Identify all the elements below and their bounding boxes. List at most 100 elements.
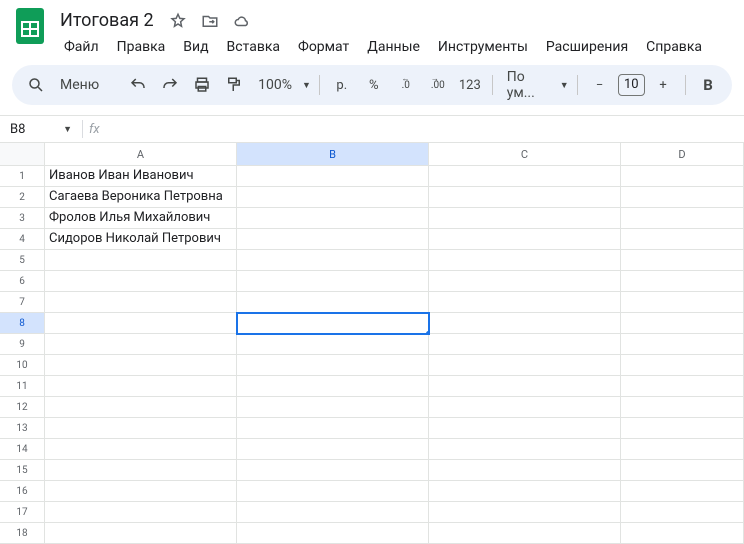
row-header[interactable]: 15 bbox=[0, 460, 45, 481]
cell[interactable] bbox=[237, 460, 429, 481]
menu-edit[interactable]: Правка bbox=[109, 35, 174, 59]
cell[interactable]: Сидоров Николай Петрович bbox=[45, 229, 237, 250]
row-header[interactable]: 1 bbox=[0, 166, 45, 187]
row-header[interactable]: 6 bbox=[0, 271, 45, 292]
cell[interactable] bbox=[429, 229, 621, 250]
cell[interactable] bbox=[237, 334, 429, 355]
search-icon[interactable] bbox=[22, 71, 50, 99]
row-header[interactable]: 8 bbox=[0, 313, 45, 334]
cell[interactable] bbox=[621, 502, 744, 523]
search-menu-label[interactable]: Меню bbox=[54, 77, 105, 93]
cell[interactable] bbox=[429, 418, 621, 439]
cell[interactable] bbox=[429, 502, 621, 523]
cell[interactable] bbox=[45, 397, 237, 418]
cell[interactable] bbox=[621, 187, 744, 208]
row-header[interactable]: 16 bbox=[0, 481, 45, 502]
cell[interactable] bbox=[621, 481, 744, 502]
font-size-increase[interactable]: + bbox=[649, 71, 677, 99]
cell[interactable] bbox=[429, 292, 621, 313]
cell[interactable] bbox=[429, 250, 621, 271]
cell[interactable] bbox=[45, 502, 237, 523]
cloud-icon[interactable] bbox=[230, 9, 254, 33]
star-icon[interactable] bbox=[166, 9, 190, 33]
cell[interactable] bbox=[237, 418, 429, 439]
number-format-button[interactable]: 123 bbox=[456, 71, 484, 99]
font-size-input[interactable]: 10 bbox=[618, 74, 646, 96]
cell[interactable] bbox=[237, 397, 429, 418]
cell[interactable] bbox=[237, 376, 429, 397]
cell[interactable] bbox=[45, 334, 237, 355]
cell[interactable] bbox=[429, 271, 621, 292]
cell[interactable]: Сагаева Вероника Петровна bbox=[45, 187, 237, 208]
cell[interactable] bbox=[237, 502, 429, 523]
cell[interactable] bbox=[237, 187, 429, 208]
cell[interactable] bbox=[45, 481, 237, 502]
cell[interactable] bbox=[429, 334, 621, 355]
print-icon[interactable] bbox=[188, 71, 216, 99]
cell[interactable] bbox=[237, 292, 429, 313]
cell[interactable] bbox=[621, 292, 744, 313]
cell[interactable] bbox=[621, 250, 744, 271]
cell[interactable] bbox=[45, 523, 237, 544]
selection-handle[interactable] bbox=[425, 330, 429, 334]
percent-button[interactable]: % bbox=[360, 71, 388, 99]
row-header[interactable]: 18 bbox=[0, 523, 45, 544]
row-header[interactable]: 7 bbox=[0, 292, 45, 313]
paint-format-icon[interactable] bbox=[220, 71, 248, 99]
cell[interactable] bbox=[621, 439, 744, 460]
cell[interactable] bbox=[429, 523, 621, 544]
cell[interactable] bbox=[237, 439, 429, 460]
formula-input[interactable] bbox=[106, 116, 744, 142]
cell[interactable] bbox=[621, 271, 744, 292]
redo-icon[interactable] bbox=[156, 71, 184, 99]
menu-tools[interactable]: Инструменты bbox=[430, 35, 536, 59]
row-header[interactable]: 11 bbox=[0, 376, 45, 397]
sheets-logo[interactable] bbox=[12, 8, 48, 44]
cell[interactable] bbox=[45, 439, 237, 460]
row-header[interactable]: 14 bbox=[0, 439, 45, 460]
zoom-dropdown[interactable]: 100% ▼ bbox=[252, 77, 311, 93]
cell[interactable] bbox=[45, 355, 237, 376]
col-header-B[interactable]: B bbox=[237, 143, 429, 165]
cell[interactable] bbox=[429, 313, 621, 334]
cell[interactable] bbox=[621, 397, 744, 418]
name-box[interactable]: B8 ▼ bbox=[6, 120, 76, 139]
cell[interactable]: Фролов Илья Михайлович bbox=[45, 208, 237, 229]
cell[interactable] bbox=[621, 355, 744, 376]
row-header[interactable]: 4 bbox=[0, 229, 45, 250]
cell[interactable] bbox=[45, 460, 237, 481]
cell[interactable] bbox=[621, 418, 744, 439]
cell[interactable] bbox=[45, 271, 237, 292]
cell[interactable] bbox=[429, 397, 621, 418]
increase-decimal-button[interactable]: .00→ bbox=[424, 71, 452, 99]
cell[interactable] bbox=[429, 355, 621, 376]
cell[interactable] bbox=[429, 460, 621, 481]
cell[interactable] bbox=[237, 313, 429, 334]
cell[interactable] bbox=[621, 166, 744, 187]
decrease-decimal-button[interactable]: .0← bbox=[392, 71, 420, 99]
cell[interactable] bbox=[429, 376, 621, 397]
cell[interactable] bbox=[45, 418, 237, 439]
menu-help[interactable]: Справка bbox=[638, 35, 710, 59]
font-size-decrease[interactable]: − bbox=[586, 71, 614, 99]
cell[interactable] bbox=[237, 481, 429, 502]
font-dropdown[interactable]: По ум... ▼ bbox=[501, 69, 569, 101]
cell[interactable] bbox=[237, 229, 429, 250]
cell[interactable] bbox=[237, 355, 429, 376]
row-header[interactable]: 10 bbox=[0, 355, 45, 376]
bold-button[interactable]: B bbox=[694, 71, 722, 99]
cell[interactable] bbox=[621, 523, 744, 544]
cell[interactable] bbox=[237, 271, 429, 292]
cell[interactable] bbox=[429, 439, 621, 460]
row-header[interactable]: 3 bbox=[0, 208, 45, 229]
cell[interactable] bbox=[237, 250, 429, 271]
cell[interactable] bbox=[621, 229, 744, 250]
cell[interactable] bbox=[429, 166, 621, 187]
menu-extensions[interactable]: Расширения bbox=[538, 35, 636, 59]
cell[interactable] bbox=[429, 208, 621, 229]
row-header[interactable]: 12 bbox=[0, 397, 45, 418]
select-all-corner[interactable] bbox=[0, 143, 45, 165]
col-header-A[interactable]: A bbox=[45, 143, 237, 165]
undo-icon[interactable] bbox=[124, 71, 152, 99]
col-header-C[interactable]: C bbox=[429, 143, 621, 165]
